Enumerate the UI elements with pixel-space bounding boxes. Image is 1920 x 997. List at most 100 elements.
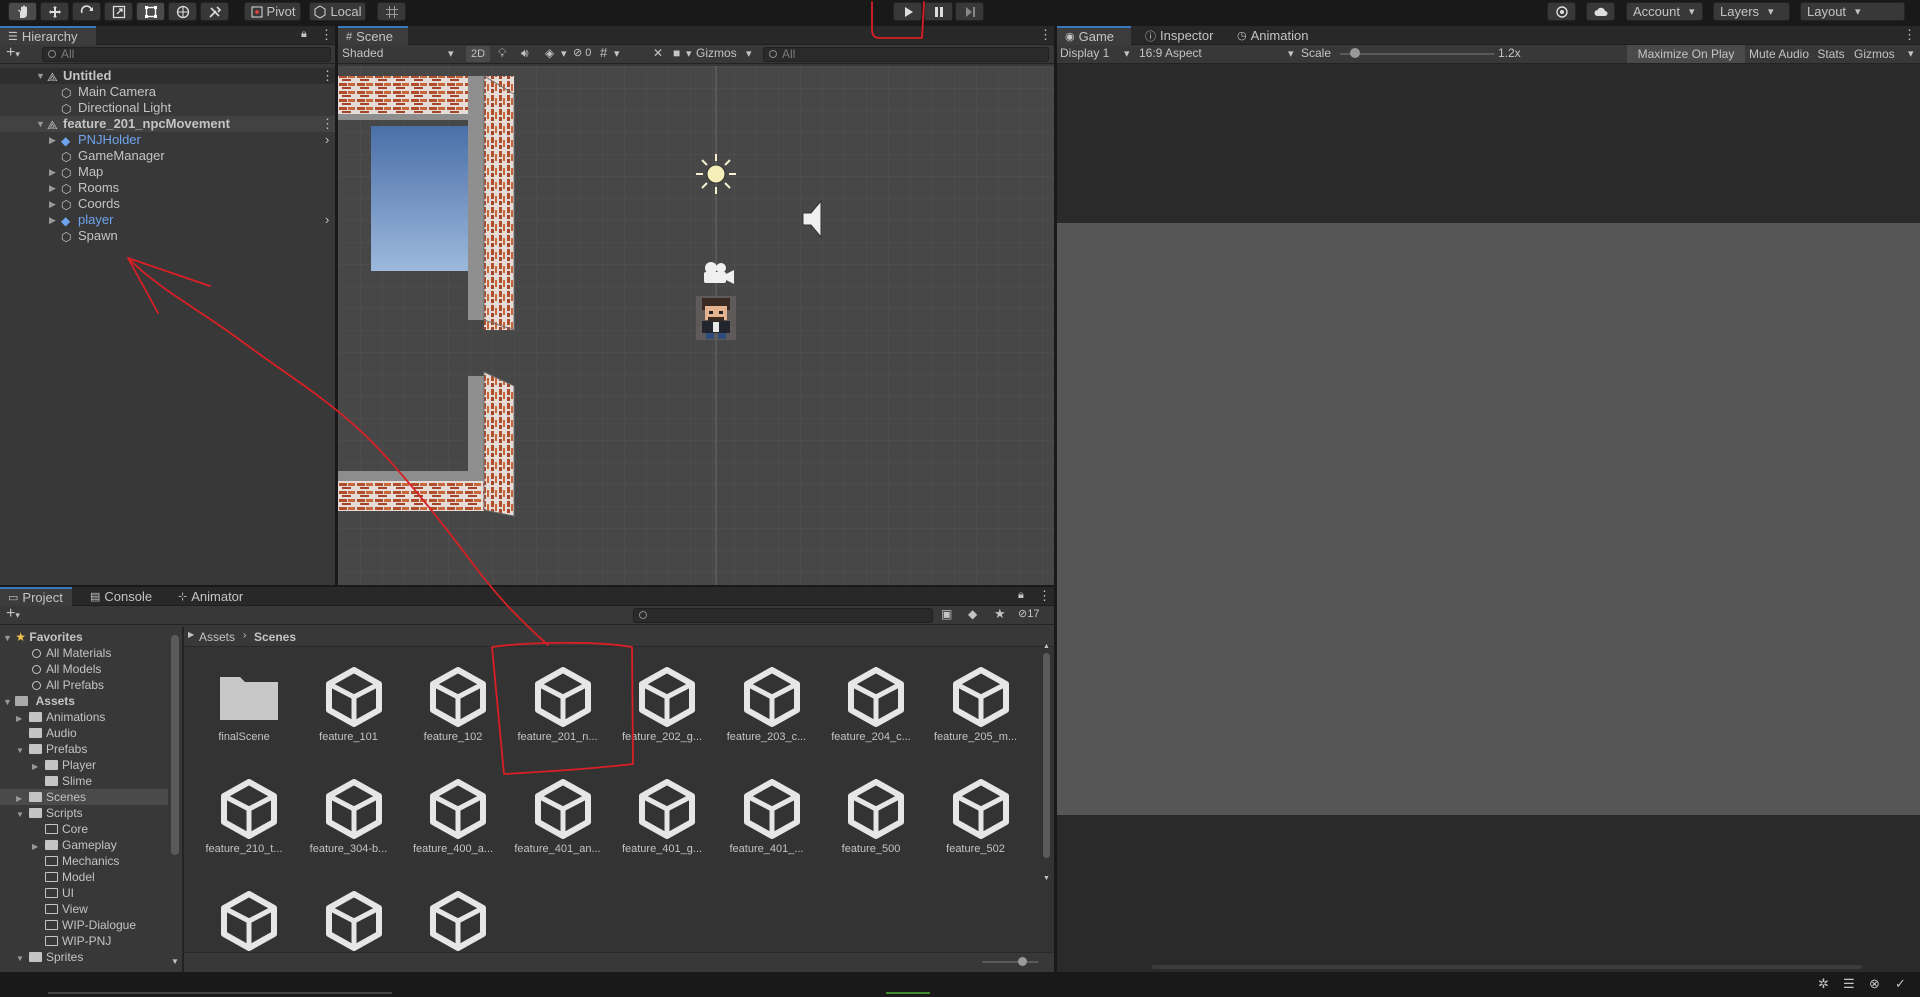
effects-layers-icon[interactable]: ◈: [545, 46, 554, 60]
move-tool-button[interactable]: [40, 2, 69, 21]
folder-tree-item[interactable]: WIP-PNJ: [0, 933, 168, 949]
scene-asset[interactable]: feature_401_an...: [506, 763, 610, 867]
scene-asset[interactable]: feature_210_t...: [192, 763, 296, 867]
scene-asset[interactable]: feature_101: [297, 651, 401, 755]
folder-tree-item[interactable]: ▶ Scenes: [0, 789, 168, 805]
icon-size-slider[interactable]: [982, 957, 1038, 966]
favorite-item[interactable]: All Materials: [32, 645, 111, 661]
breadcrumb-scenes[interactable]: Scenes: [254, 630, 296, 644]
scene-asset[interactable]: [401, 875, 505, 952]
hierarchy-row[interactable]: ▶ ⬡ Coords: [0, 196, 335, 212]
hidden-objects-counter[interactable]: ⊘ 0: [573, 46, 591, 59]
step-button[interactable]: [955, 2, 984, 21]
scene-asset[interactable]: feature_204_c...: [819, 651, 923, 755]
folder-tree-item[interactable]: ▼ Sprites: [0, 949, 168, 965]
kebab-menu-icon[interactable]: ⋮: [320, 27, 333, 43]
folder-tree-item[interactable]: View: [0, 901, 168, 917]
scene-asset[interactable]: feature_205_m...: [924, 651, 1028, 755]
tab-animation[interactable]: ◷ Animation: [1229, 26, 1325, 45]
kebab-menu-icon[interactable]: ⋮: [1903, 27, 1916, 43]
assets-root[interactable]: ▼ Assets: [3, 693, 75, 709]
grid-toggle-icon[interactable]: #: [600, 45, 607, 60]
hierarchy-row[interactable]: ⬡ Directional Light: [0, 100, 335, 116]
folder-tree-item[interactable]: Model: [0, 869, 168, 885]
foldout-open-icon[interactable]: ▼: [16, 951, 29, 967]
scene-asset[interactable]: feature_202_g...: [610, 651, 714, 755]
chevron-right-icon[interactable]: ›: [325, 132, 329, 148]
folder-asset[interactable]: finalScene: [192, 651, 296, 755]
scene-viewport[interactable]: [338, 66, 1054, 585]
kebab-menu-icon[interactable]: ⋮: [1039, 27, 1052, 43]
hierarchy-row[interactable]: ▶ ◆ PNJHolder ›: [0, 132, 335, 148]
favorite-item[interactable]: All Models: [32, 661, 101, 677]
scale-slider-thumb[interactable]: [1350, 48, 1361, 58]
hierarchy-row[interactable]: ▶ ◆ player ›: [0, 212, 335, 228]
foldout-closed-icon[interactable]: ▶: [49, 180, 56, 196]
player-sprite[interactable]: [696, 296, 736, 340]
scroll-down-arrow-icon[interactable]: ▼: [171, 957, 179, 966]
tools-icon[interactable]: ✕: [653, 46, 663, 60]
scene-asset[interactable]: feature_500: [819, 763, 923, 867]
filter-type-icon[interactable]: ▣: [941, 607, 952, 621]
play-button[interactable]: [893, 2, 922, 21]
scene-asset[interactable]: [192, 875, 296, 952]
gizmos-dropdown[interactable]: Gizmos ▾: [696, 46, 756, 62]
maximize-on-play-toggle[interactable]: Maximize On Play: [1627, 45, 1745, 63]
layout-dropdown[interactable]: Layout: [1800, 2, 1905, 21]
scene-asset[interactable]: [297, 875, 401, 952]
directional-light-gizmo[interactable]: [696, 154, 736, 194]
foldout-closed-icon[interactable]: ▶: [49, 164, 56, 180]
layers-dropdown[interactable]: Layers: [1713, 2, 1790, 21]
breadcrumb-assets[interactable]: Assets: [187, 630, 235, 644]
folder-tree-item[interactable]: ▶ Animations: [0, 709, 168, 725]
foldout-closed-icon[interactable]: ▶: [49, 196, 56, 212]
horizontal-scrollbar[interactable]: [1152, 965, 1862, 969]
kebab-menu-icon[interactable]: ⋮: [321, 68, 334, 84]
hierarchy-scene-row[interactable]: ▼ ⟁ Untitled ⋮: [0, 68, 335, 84]
kebab-menu-icon[interactable]: ⋮: [321, 116, 334, 132]
foldout-open-icon[interactable]: ▼: [36, 68, 45, 84]
tab-project[interactable]: ▭ Project: [0, 587, 72, 606]
icon-size-slider-thumb[interactable]: [1018, 957, 1027, 966]
scene-asset[interactable]: feature_102: [401, 651, 505, 755]
tab-animator[interactable]: ⊹ Animator: [170, 587, 258, 606]
audio-speaker-icon[interactable]: 🔊︎: [521, 46, 529, 61]
hierarchy-row[interactable]: ⬡ GameManager: [0, 148, 335, 164]
scroll-up-arrow-icon[interactable]: ▲: [1043, 643, 1050, 650]
chevron-down-icon[interactable]: ▾: [686, 47, 692, 60]
asset-scrollbar[interactable]: [1043, 653, 1050, 858]
folder-tree-item[interactable]: UI: [0, 885, 168, 901]
folder-tree-item[interactable]: ▶ Gameplay: [0, 837, 168, 853]
hierarchy-scene-row[interactable]: ▼ ⟁ feature_201_npcMovement ⋮: [0, 116, 335, 132]
shading-mode-dropdown[interactable]: Shaded ▾: [342, 46, 460, 62]
project-search-input[interactable]: [633, 608, 933, 623]
foldout-open-icon[interactable]: ▼: [36, 116, 45, 132]
scene-asset[interactable]: feature_304-b...: [297, 763, 401, 867]
rotate-tool-button[interactable]: [72, 2, 101, 21]
favorites-header[interactable]: ▼ ★ Favorites: [3, 629, 83, 645]
scale-slider[interactable]: [1340, 48, 1494, 58]
tab-inspector[interactable]: ⓘ Inspector: [1137, 26, 1227, 45]
tree-scrollbar[interactable]: [171, 635, 179, 855]
tab-console[interactable]: ▤ Console: [82, 587, 162, 606]
transform-tool-button[interactable]: [168, 2, 197, 21]
foldout-closed-icon[interactable]: ▶: [49, 132, 56, 148]
folder-tree-item[interactable]: Mechanics: [0, 853, 168, 869]
hierarchy-row[interactable]: ⬡ Main Camera: [0, 84, 335, 100]
tab-game[interactable]: ◉ Game: [1057, 26, 1131, 45]
rect-tool-button[interactable]: [136, 2, 165, 21]
hierarchy-row[interactable]: ▶ ⬡ Map: [0, 164, 335, 180]
account-dropdown[interactable]: Account: [1626, 2, 1703, 21]
camera-icon[interactable]: ■: [673, 46, 680, 60]
chevron-right-icon[interactable]: ›: [325, 212, 329, 228]
folder-tree-item[interactable]: Core: [0, 821, 168, 837]
lighting-bulb-icon[interactable]: 💡︎: [498, 46, 506, 61]
folder-tree-item[interactable]: Slime: [0, 773, 168, 789]
grid-snap-button[interactable]: [377, 2, 406, 21]
network-activity-icon[interactable]: ⊗: [1869, 976, 1880, 992]
folder-tree-item[interactable]: Audio: [0, 725, 168, 741]
folder-tree-item[interactable]: ▶ Player: [0, 757, 168, 773]
pivot-toggle-button[interactable]: Pivot: [244, 2, 301, 21]
mute-audio-toggle[interactable]: Mute Audio: [1745, 45, 1813, 63]
game-viewport[interactable]: [1057, 66, 1920, 972]
